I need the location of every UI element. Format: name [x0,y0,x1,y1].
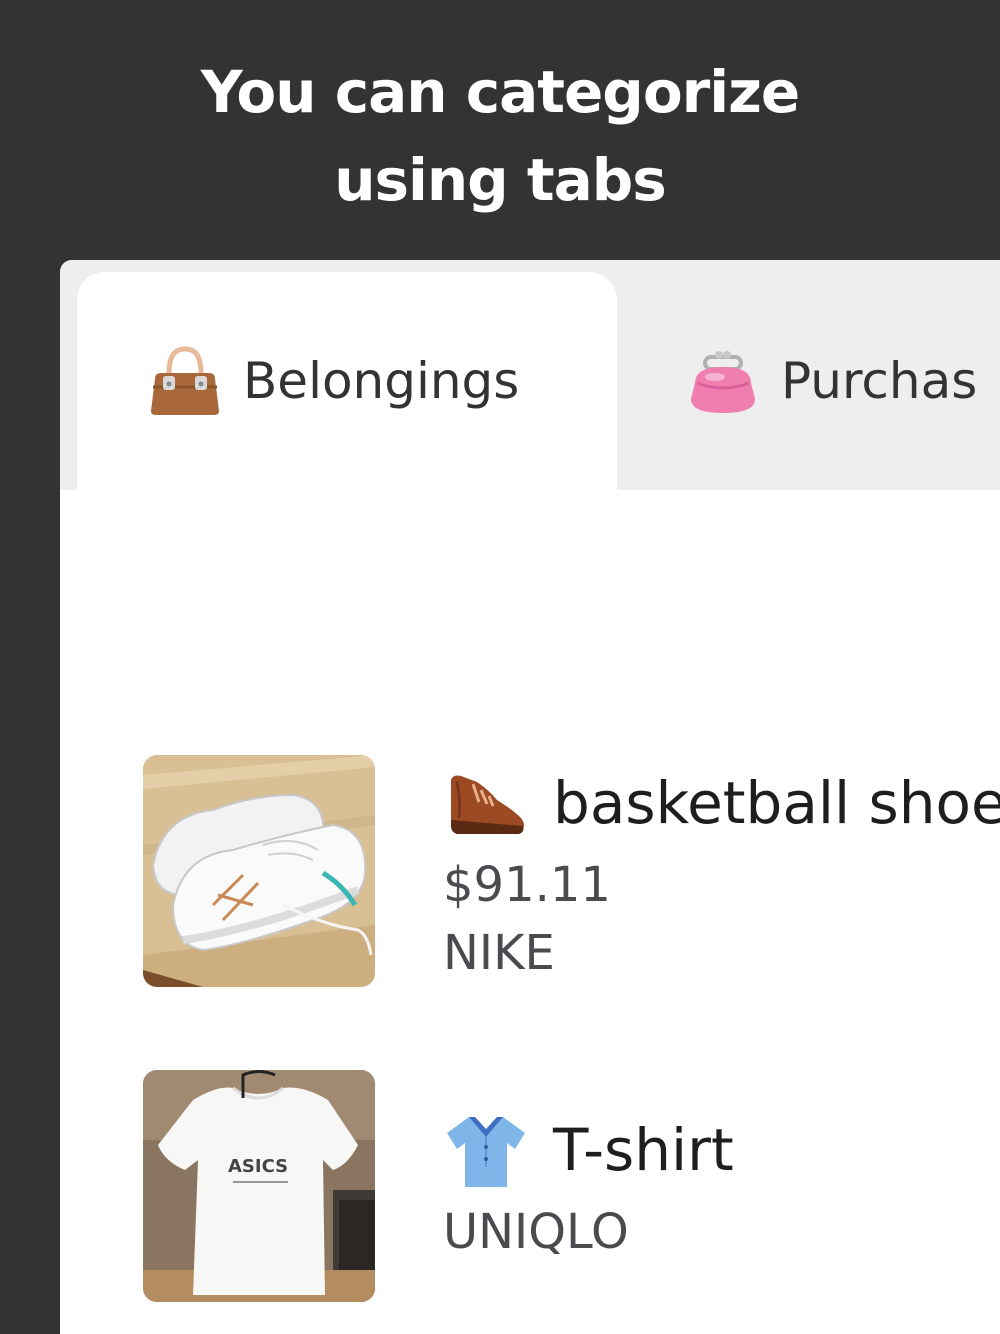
tab-label: Belongings [243,352,520,410]
handbag-icon [151,346,219,415]
headline-line-1: You can categorize [200,58,801,126]
svg-text:ASICS: ASICS [228,1156,288,1177]
sneakers-photo [143,755,375,987]
item-name-row: T-shirt [443,1102,1000,1198]
shoe-icon [451,775,524,834]
headline-line-2: using tabs [334,146,667,214]
item-brand: UNIQLO [443,1204,629,1260]
item-name: basketball shoe [553,769,1000,837]
item-info: basketball shoe $91.11 NIKE [443,755,1000,987]
item-info: T-shirt UNIQLO [443,1070,1000,1266]
item-name-row: basketball shoe [443,755,1000,851]
tab-strip: Belongings Purchas [60,260,1000,490]
item-price: $91.11 [443,857,611,913]
app-panel: Belongings Purchas basketball shoe $91.1… [60,260,1000,1334]
headline: You can categorize using tabs [0,48,1000,224]
list-item[interactable]: basketball shoe $91.11 NIKE [143,755,1000,987]
tshirt-photo: ASICS [143,1070,375,1302]
shirt-icon [447,1117,525,1187]
item-name: T-shirt [553,1116,734,1184]
item-photo: ASICS [143,1070,375,1302]
purse-icon [691,351,755,413]
tab-belongings[interactable]: Belongings [77,272,617,490]
item-list: basketball shoe $91.11 NIKE ASICS T-shir… [60,490,1000,1334]
list-item[interactable]: ASICS T-shirt UNIQLO [143,1070,1000,1302]
tab-purchases[interactable]: Purchas [617,272,1000,490]
tab-label: Purchas [781,352,978,410]
item-brand: NIKE [443,925,555,981]
item-photo [143,755,375,987]
